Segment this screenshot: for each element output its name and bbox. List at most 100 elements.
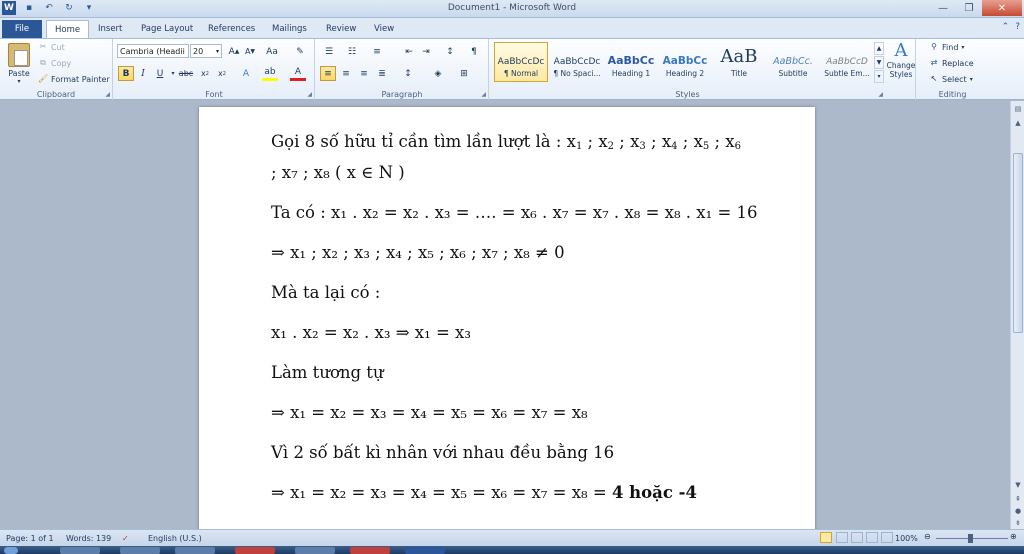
next-page-icon[interactable]: ⇟ [1012,517,1024,529]
tab-references[interactable]: References [200,20,263,38]
zoom-level[interactable]: 100% [895,534,918,543]
font-size-field[interactable]: 20 ▾ [190,44,222,58]
style-title[interactable]: AaB Title [712,42,766,82]
tab-home[interactable]: Home [46,20,90,38]
show-hide-icon[interactable]: ¶ [466,44,482,59]
page-count[interactable]: Page: 1 of 1 [6,534,54,543]
browse-object-icon[interactable]: ● [1012,505,1024,517]
format-painter-button[interactable]: 🖌 Format Painter [38,74,110,84]
styles-scroll-up-icon[interactable]: ▲ [874,42,884,55]
tab-insert[interactable]: Insert [90,20,130,38]
style-subtitle[interactable]: AaBbCc. Subtitle [766,42,820,82]
bold-button[interactable]: B [118,66,134,81]
strikethrough-button[interactable]: abc [178,66,194,81]
scroll-thumb[interactable] [1013,153,1023,333]
highlight-icon[interactable]: ab [262,66,278,81]
sort-icon[interactable]: ↕ [442,44,458,59]
zoom-slider-thumb[interactable] [968,534,973,543]
zoom-out-icon[interactable]: ⊖ [924,532,931,541]
shrink-font-button[interactable]: A ▼ [242,44,258,59]
tab-view[interactable]: View [366,20,402,38]
ruler-toggle-icon[interactable]: ▤ [1012,103,1024,115]
taskbar-app-icon[interactable] [60,547,100,554]
increase-indent-icon[interactable]: ⇥ [418,44,434,59]
document-page[interactable]: Gọi 8 số hữu tỉ cần tìm lần lượt là : x1… [199,107,815,529]
document-body[interactable]: Gọi 8 số hữu tỉ cần tìm lần lượt là : x1… [271,129,771,520]
clipboard-launcher-icon[interactable]: ◢ [105,91,110,98]
outline-icon[interactable] [866,532,878,543]
paragraph-launcher-icon[interactable]: ◢ [481,91,486,98]
tab-page-layout[interactable]: Page Layout [133,20,201,38]
styles-more-icon[interactable]: ▾ [874,70,884,83]
taskbar-app-icon[interactable] [175,547,215,554]
language-indicator[interactable]: English (U.S.) [148,534,202,543]
full-screen-reading-icon[interactable] [836,532,848,543]
web-layout-icon[interactable] [851,532,863,543]
styles-scroll-down-icon[interactable]: ▼ [874,56,884,69]
scroll-down-icon[interactable]: ▼ [1012,479,1024,491]
align-right-icon[interactable]: ≡ [356,66,372,81]
find-button[interactable]: ⚲ Find ▾ [929,42,964,52]
change-styles-label: Change [886,61,916,70]
tab-file[interactable]: File [2,20,42,38]
minimize-ribbon-icon[interactable]: ⌃ [1002,22,1010,32]
copy-button[interactable]: ⧉ Copy [38,58,71,68]
grow-font-button[interactable]: A ▲ [226,44,242,59]
style-subtle-emphasis[interactable]: AaBbCcD Subtle Em... [820,42,874,82]
borders-icon[interactable]: ⊞ [456,66,472,81]
select-dropdown-icon[interactable]: ▾ [970,76,973,83]
text-effects-icon[interactable]: A [238,66,254,81]
taskbar-app-icon[interactable] [350,547,390,554]
previous-page-icon[interactable]: ⇞ [1012,493,1024,505]
superscript-button[interactable]: x2 [214,66,230,81]
zoom-in-icon[interactable]: ⊕ [1010,532,1017,541]
taskbar-word-icon[interactable] [405,547,445,554]
replace-button[interactable]: ⇄ Replace [929,58,974,68]
clear-formatting-icon[interactable]: ✎ [292,44,308,59]
align-center-icon[interactable]: ≡ [338,66,354,81]
font-color-icon[interactable]: A [290,66,306,81]
help-icon[interactable]: ? [1015,22,1020,32]
taskbar-app-icon[interactable] [120,547,160,554]
draft-icon[interactable] [881,532,893,543]
paste-button[interactable]: Paste ▾ [5,43,33,85]
select-button[interactable]: ↖ Select ▾ [929,74,973,84]
find-dropdown-icon[interactable]: ▾ [961,44,964,51]
font-size-dropdown-icon[interactable]: ▾ [216,48,219,55]
change-case-button[interactable]: Aa [264,44,280,59]
multilevel-list-icon[interactable]: ≡ [369,44,385,59]
style-heading-2[interactable]: AaBbCc Heading 2 [658,42,712,82]
italic-button[interactable]: I [135,66,151,81]
close-button[interactable]: ✕ [982,0,1022,16]
restore-button[interactable]: ❐ [956,0,982,16]
line-spacing-icon[interactable]: ↕ [400,66,416,81]
style-no-spacing[interactable]: AaBbCcDc ¶ No Spaci... [550,42,604,82]
style-normal[interactable]: AaBbCcDc ¶ Normal [494,42,548,82]
styles-launcher-icon[interactable]: ◢ [878,91,883,98]
decrease-indent-icon[interactable]: ⇤ [401,44,417,59]
proofing-icon[interactable]: ✓ [122,534,129,543]
align-left-icon[interactable]: ≡ [320,66,336,81]
vertical-scrollbar[interactable]: ▤ ▲ ▼ ⇞ ● ⇟ [1010,101,1024,529]
scroll-up-icon[interactable]: ▲ [1012,117,1024,129]
tab-mailings[interactable]: Mailings [264,20,315,38]
shading-icon[interactable]: ◈ [430,66,446,81]
minimize-button[interactable]: — [930,0,956,16]
font-launcher-icon[interactable]: ◢ [307,91,312,98]
style-heading-1[interactable]: AaBbCc Heading 1 [604,42,658,82]
bullets-icon[interactable]: ☰ [321,44,337,59]
word-count[interactable]: Words: 139 [66,534,111,543]
subscript-button[interactable]: x2 [197,66,213,81]
tab-review[interactable]: Review [318,20,364,38]
taskbar-app-icon[interactable] [235,547,275,554]
paste-dropdown-icon[interactable]: ▾ [5,78,33,85]
font-name-field[interactable]: Cambria (Headii [117,44,189,58]
cut-button[interactable]: ✂ Cut [38,42,65,52]
replace-label: Replace [942,58,974,68]
print-layout-icon[interactable] [820,532,832,543]
numbering-icon[interactable]: ☷ [344,44,360,59]
start-button-icon[interactable] [4,547,18,554]
justify-icon[interactable]: ≣ [374,66,390,81]
change-styles-button[interactable]: A Change Styles [886,41,916,80]
taskbar-app-icon[interactable] [295,547,335,554]
